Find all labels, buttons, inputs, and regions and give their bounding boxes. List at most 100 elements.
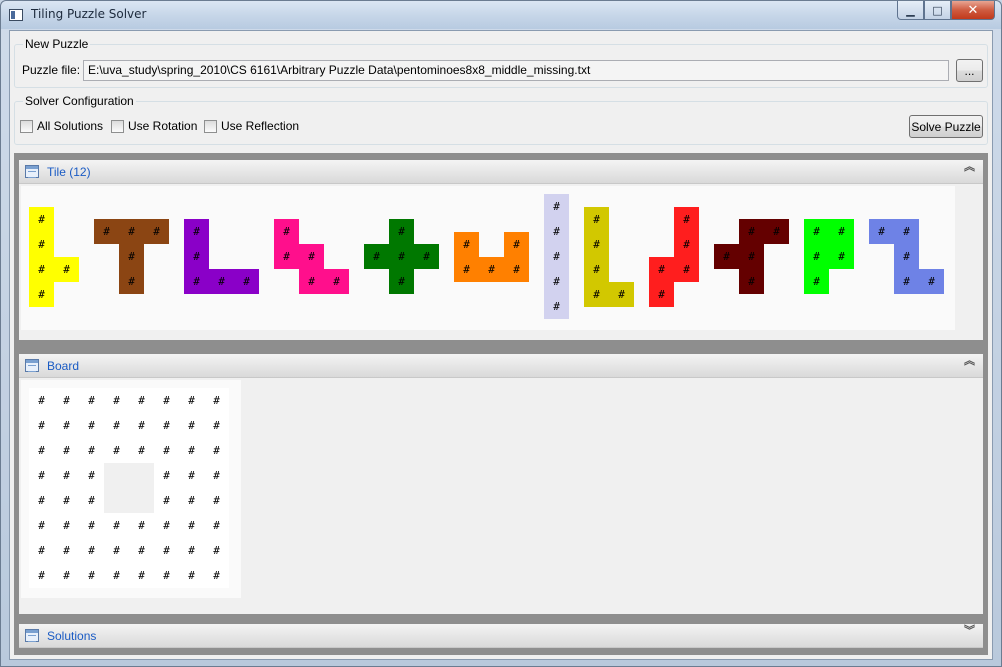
- board-cell: #: [88, 394, 95, 407]
- tile-expander: Tile (12) ︽ # # # # # # # # # # # # # # # # # # # # # # # # # # # #…: [14, 153, 988, 347]
- board-cell: #: [163, 494, 170, 507]
- tile-cell: #: [184, 269, 209, 294]
- tile-cell: #: [94, 219, 119, 244]
- board-cell: #: [138, 544, 145, 557]
- board-cell: #: [163, 444, 170, 457]
- board-cell: #: [163, 394, 170, 407]
- tile-expander-body: # # # # # # # # # # # # # # # # # # # # # # # # # # # # # # # # # # # # # # # #…: [19, 184, 983, 340]
- tile-cell: #: [389, 269, 414, 294]
- tile-cell: #: [234, 269, 259, 294]
- board-cell: #: [163, 519, 170, 532]
- board-cell: #: [213, 569, 220, 582]
- board-cell: #: [63, 519, 70, 532]
- tile-cell: #: [324, 269, 349, 294]
- window-title: Tiling Puzzle Solver: [31, 7, 147, 21]
- tile-expander-header[interactable]: Tile (12) ︽: [19, 160, 983, 184]
- board-cell: #: [113, 519, 120, 532]
- solutions-expander-header[interactable]: Solutions ︾: [19, 624, 983, 648]
- tile-cell: #: [829, 244, 854, 269]
- collapse-chevron-icon[interactable]: ︽: [964, 355, 975, 366]
- tile-cell: #: [119, 219, 144, 244]
- title-bar[interactable]: Tiling Puzzle Solver ▁ □ ✕: [1, 1, 1001, 29]
- checkbox-box[interactable]: [204, 119, 217, 133]
- tile-cell: #: [414, 244, 439, 269]
- board-cell: #: [38, 469, 45, 482]
- use-reflection-checkbox[interactable]: Use Reflection: [204, 119, 299, 133]
- board-cell: #: [138, 569, 145, 582]
- minimize-icon: ▁: [906, 3, 915, 17]
- checkbox-box[interactable]: [111, 119, 124, 133]
- board-cell: #: [188, 444, 195, 457]
- solutions-expander: Solutions ︾: [14, 617, 988, 655]
- board-cell: #: [138, 519, 145, 532]
- tile-cell: #: [544, 219, 569, 244]
- board-cell: #: [188, 394, 195, 407]
- board-cell: #: [188, 419, 195, 432]
- use-rotation-label: Use Rotation: [128, 119, 198, 133]
- board-cell: #: [88, 469, 95, 482]
- board-cell: #: [113, 544, 120, 557]
- puzzle-file-label: Puzzle file:: [22, 63, 81, 77]
- tile-cell: #: [29, 232, 54, 257]
- tile-cell: #: [739, 269, 764, 294]
- collapse-chevron-icon[interactable]: ︽: [964, 161, 975, 172]
- board-cell: #: [188, 569, 195, 582]
- board-expander: Board ︽ # # # # # # # # # # # # # # # # # # # # # # # # # # # # # # # #…: [14, 347, 988, 617]
- tile-cell: #: [739, 244, 764, 269]
- app-window: Tiling Puzzle Solver ▁ □ ✕ New Puzzle Pu…: [0, 0, 1002, 667]
- tiles-panel: # # # # # # # # # # # # # # # # # # # # # # # # # # # # # # # # # # # # # # # #…: [21, 186, 955, 330]
- tile-cell: #: [829, 219, 854, 244]
- tile-cell: #: [144, 219, 169, 244]
- board-cell: #: [38, 519, 45, 532]
- use-rotation-checkbox[interactable]: Use Rotation: [111, 119, 197, 133]
- grid-icon: [25, 629, 39, 642]
- solve-puzzle-button[interactable]: Solve Puzzle: [909, 115, 983, 138]
- board-cell: #: [88, 569, 95, 582]
- close-button[interactable]: ✕: [951, 1, 995, 20]
- board-cell: #: [63, 544, 70, 557]
- board-cell: #: [113, 419, 120, 432]
- tile-cell: #: [804, 219, 829, 244]
- board-cell: #: [113, 444, 120, 457]
- board-expander-body: # # # # # # # # # # # # # # # # # # # # # # # # # # # # # # # # # # # # # # # #…: [19, 378, 983, 614]
- checkbox-box[interactable]: [20, 119, 33, 133]
- board-cell: #: [113, 394, 120, 407]
- board-grid: # # # # # # # # # # # # # # # # # # # # # # # # # # # # # # # # # # # # # # # #…: [29, 388, 229, 588]
- tile-cell: #: [364, 244, 389, 269]
- tile-cell: #: [389, 219, 414, 244]
- tile-cell: #: [674, 257, 699, 282]
- board-expander-header[interactable]: Board ︽: [19, 354, 983, 378]
- tile-cell: #: [29, 257, 54, 282]
- tile-cell: #: [389, 244, 414, 269]
- tile-cell: #: [54, 257, 79, 282]
- board-panel: # # # # # # # # # # # # # # # # # # # # # # # # # # # # # # # # # # # # # # # #…: [21, 380, 241, 598]
- maximize-button[interactable]: □: [924, 1, 951, 20]
- all-solutions-label: All Solutions: [37, 119, 104, 133]
- puzzle-file-input[interactable]: E:\uva_study\spring_2010\CS 6161\Arbitra…: [83, 60, 949, 81]
- solutions-expander-title: Solutions: [47, 629, 97, 643]
- tile-cell: #: [649, 257, 674, 282]
- close-icon: ✕: [967, 2, 979, 18]
- solver-config-legend: Solver Configuration: [23, 94, 136, 108]
- tile-cell: #: [764, 219, 789, 244]
- tile-cell: #: [894, 219, 919, 244]
- board-cell: #: [138, 444, 145, 457]
- browse-button[interactable]: ...: [956, 59, 983, 82]
- minimize-button[interactable]: ▁: [897, 1, 924, 20]
- board-cell: #: [138, 394, 145, 407]
- expand-chevron-icon[interactable]: ︾: [964, 625, 975, 636]
- tile-cell: #: [119, 244, 144, 269]
- board-cell: #: [213, 394, 220, 407]
- board-cell: #: [213, 494, 220, 507]
- board-cell: #: [213, 419, 220, 432]
- board-cell: #: [38, 544, 45, 557]
- maximize-icon: □: [932, 3, 943, 17]
- board-cell: #: [88, 519, 95, 532]
- tile-cell: #: [584, 207, 609, 232]
- tile-cell: #: [454, 257, 479, 282]
- tile-cell: #: [209, 269, 234, 294]
- all-solutions-checkbox[interactable]: All Solutions: [20, 119, 103, 133]
- tile-cell: #: [299, 244, 324, 269]
- grid-icon: [25, 359, 39, 372]
- board-cell: #: [188, 519, 195, 532]
